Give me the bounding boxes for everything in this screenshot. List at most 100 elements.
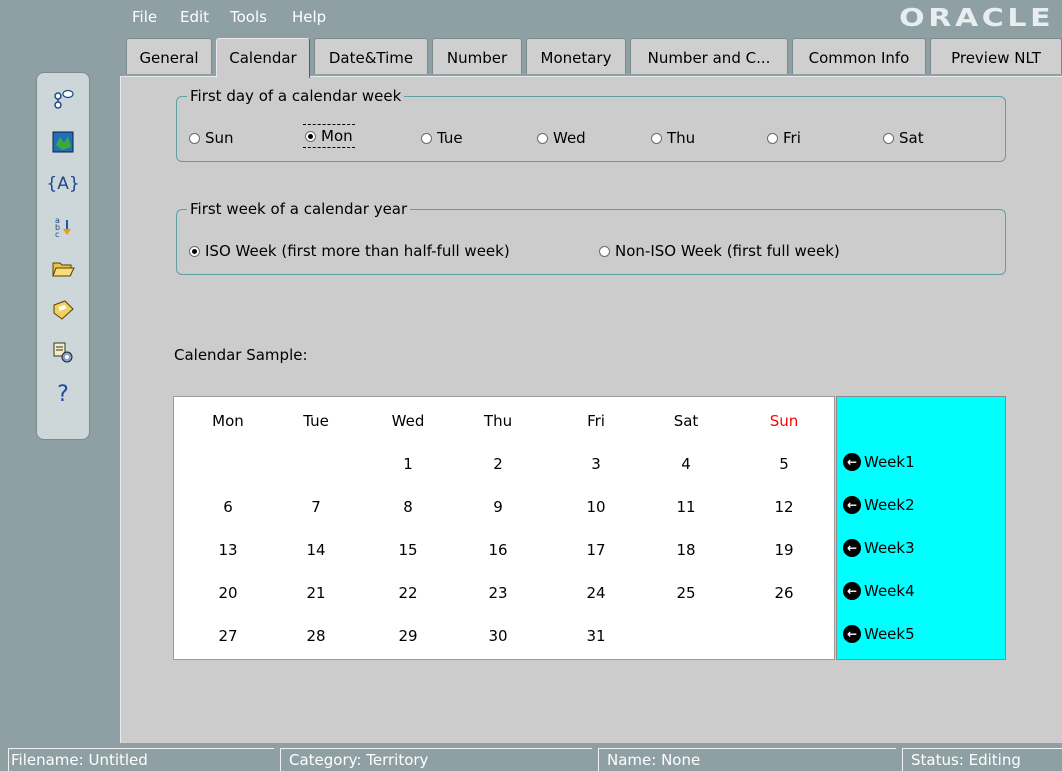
tab-number-and-calendar[interactable]: Number and C...: [630, 38, 788, 74]
week-row-4: ← Week4: [843, 582, 915, 600]
day-cell: 17: [586, 541, 606, 559]
radio-iso-week[interactable]: ISO Week (first more than half-full week…: [189, 242, 510, 260]
day-cell: 14: [306, 541, 326, 559]
settings-icon[interactable]: [50, 339, 76, 365]
radio-circle: [421, 132, 432, 144]
radio-sun[interactable]: Sun: [189, 129, 234, 147]
radio-circle-selected: [189, 245, 200, 257]
first-day-title: First day of a calendar week: [187, 87, 405, 105]
tab-monetary[interactable]: Monetary: [526, 38, 626, 74]
variable-icon[interactable]: {A}: [46, 171, 79, 197]
status-filename: Filename: Untitled: [8, 748, 274, 771]
day-cell: 24: [586, 584, 606, 602]
menu-edit[interactable]: Edit: [180, 8, 209, 26]
day-cell: 12: [774, 498, 794, 516]
map-icon[interactable]: [50, 129, 76, 155]
radio-circle-selected: [305, 130, 316, 142]
calendar-grid: Mon Tue Wed Thu Fri Sat Sun 1 2 3 4 5 6 …: [173, 396, 835, 660]
day-cell: 3: [591, 455, 601, 473]
radio-non-iso-week[interactable]: Non-ISO Week (first full week): [599, 242, 840, 260]
arrow-left-icon: ←: [843, 582, 861, 600]
day-cell: 10: [586, 498, 606, 516]
day-cell: 28: [306, 627, 326, 645]
radio-sat[interactable]: Sat: [883, 129, 924, 147]
day-cell: 31: [586, 627, 606, 645]
week-row-2: ← Week2: [843, 496, 915, 514]
radio-thu[interactable]: Thu: [651, 129, 695, 147]
week-row-3: ← Week3: [843, 539, 915, 557]
day-cell: 7: [311, 498, 321, 516]
menu-bar: File Edit Tools Help ORACLE: [0, 0, 1062, 32]
first-week-group: First week of a calendar year ISO Week (…: [176, 200, 1006, 275]
tab-general[interactable]: General: [126, 38, 212, 74]
radio-circle: [537, 132, 548, 144]
day-cell: 8: [403, 498, 413, 516]
radio-circle: [767, 132, 778, 144]
tab-preview-nlt[interactable]: Preview NLT: [930, 38, 1062, 74]
status-category: Category: Territory: [280, 748, 592, 771]
day-cell: 6: [223, 498, 233, 516]
day-cell: 16: [488, 541, 508, 559]
tab-date-time[interactable]: Date&Time: [314, 38, 428, 74]
day-cell: 30: [488, 627, 508, 645]
tab-bar: General Calendar Date&Time Number Moneta…: [126, 38, 1062, 78]
day-cell: 4: [681, 455, 691, 473]
day-cell: 5: [779, 455, 789, 473]
day-cell: 18: [676, 541, 696, 559]
tab-calendar[interactable]: Calendar: [216, 38, 310, 78]
header-mon: Mon: [212, 412, 244, 430]
arrow-left-icon: ←: [843, 496, 861, 514]
day-cell: 19: [774, 541, 794, 559]
help-icon[interactable]: ?: [50, 381, 76, 407]
day-cell: 21: [306, 584, 326, 602]
week-row-1: ← Week1: [843, 453, 915, 471]
day-cell: 13: [218, 541, 238, 559]
day-cell: 11: [676, 498, 696, 516]
menu-file[interactable]: File: [132, 8, 157, 26]
header-sun: Sun: [769, 412, 799, 430]
sort-icon[interactable]: abc: [50, 213, 76, 239]
header-fri: Fri: [587, 412, 605, 430]
header-wed: Wed: [391, 412, 425, 430]
open-folder-icon[interactable]: [50, 255, 76, 281]
menu-help[interactable]: Help: [292, 8, 326, 26]
svg-text:c: c: [55, 230, 59, 238]
calendar-sample-label: Calendar Sample:: [174, 346, 308, 364]
radio-tue[interactable]: Tue: [421, 129, 463, 147]
day-cell: 20: [218, 584, 238, 602]
oracle-logo: ORACLE: [898, 3, 1054, 32]
day-cell: 25: [676, 584, 696, 602]
day-cell: 2: [493, 455, 503, 473]
radio-circle: [651, 132, 662, 144]
radio-mon[interactable]: Mon: [303, 124, 355, 148]
day-cell: 15: [398, 541, 418, 559]
day-cell: 29: [398, 627, 418, 645]
header-thu: Thu: [483, 412, 513, 430]
save-disk-icon[interactable]: [50, 297, 76, 323]
header-tue: Tue: [303, 412, 329, 430]
day-cell: 1: [403, 455, 413, 473]
tab-common-info[interactable]: Common Info: [792, 38, 926, 74]
left-toolbar: {A} abc ?: [36, 72, 90, 440]
status-state: Status: Editing: [902, 748, 1062, 771]
radio-wed[interactable]: Wed: [537, 129, 586, 147]
tab-number[interactable]: Number: [432, 38, 522, 74]
object-browser-icon[interactable]: [50, 87, 76, 113]
status-name: Name: None: [598, 748, 896, 771]
menu-tools[interactable]: Tools: [230, 8, 267, 26]
day-cell: 23: [488, 584, 508, 602]
header-sat: Sat: [673, 412, 699, 430]
first-day-group: First day of a calendar week Sun Mon Tue…: [176, 87, 1006, 162]
arrow-left-icon: ←: [843, 453, 861, 471]
day-cell: 9: [493, 498, 503, 516]
day-cell: 27: [218, 627, 238, 645]
radio-fri[interactable]: Fri: [767, 129, 801, 147]
arrow-left-icon: ←: [843, 539, 861, 557]
day-cell: 26: [774, 584, 794, 602]
week-number-column: ← Week1 ← Week2 ← Week3 ← Week4 ← Week5: [836, 396, 1006, 660]
radio-circle: [599, 245, 610, 257]
arrow-left-icon: ←: [843, 625, 861, 643]
radio-circle: [883, 132, 894, 144]
status-bar: Filename: Untitled Category: Territory N…: [0, 744, 1062, 771]
first-week-title: First week of a calendar year: [187, 200, 411, 218]
